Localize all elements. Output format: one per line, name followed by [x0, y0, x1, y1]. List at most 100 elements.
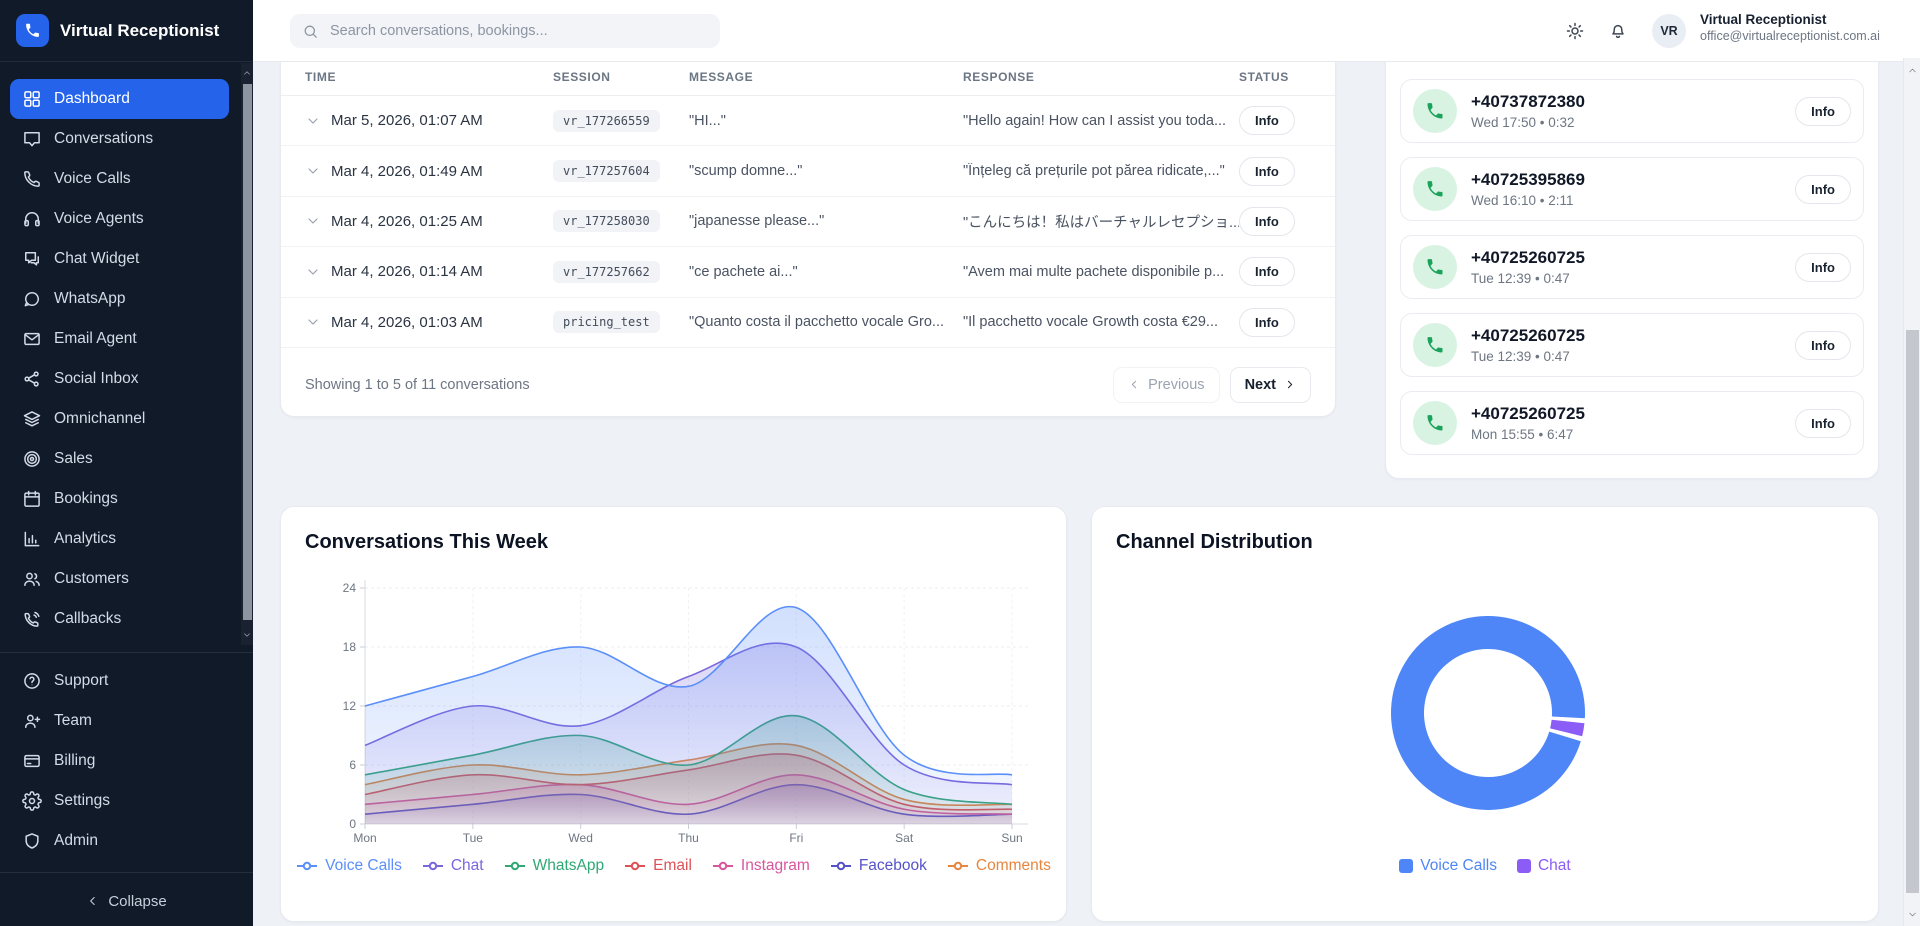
info-button[interactable]: Info	[1795, 331, 1851, 360]
sidebar-item-admin[interactable]: Admin	[10, 821, 229, 861]
conversation-response: "Înțeleg că prețurile pot părea ridicate…	[963, 163, 1239, 179]
legend-item-whatsapp[interactable]: WhatsApp	[504, 857, 605, 875]
call-item--40737872380: +40737872380 Wed 17:50 • 0:32 Info	[1400, 79, 1864, 143]
svg-text:Sun: Sun	[1001, 831, 1022, 845]
expand-row-chevron-icon[interactable]	[305, 213, 321, 229]
settings-icon	[22, 791, 42, 811]
legend-label: Email	[653, 857, 692, 875]
info-button[interactable]: Info	[1239, 207, 1295, 236]
chevron-up-icon[interactable]	[241, 66, 253, 80]
sidebar-item-chat-widget[interactable]: Chat Widget	[10, 239, 229, 279]
info-button[interactable]: Info	[1795, 253, 1851, 282]
app-title: Virtual Receptionist	[60, 21, 219, 41]
legend-label: Voice Calls	[1420, 857, 1497, 875]
call-item--40725260725: +40725260725 Tue 12:39 • 0:47 Info	[1400, 313, 1864, 377]
chevron-down-icon[interactable]	[241, 628, 253, 642]
phone-call-icon	[1413, 89, 1457, 133]
sidebar-item-sales[interactable]: Sales	[10, 439, 229, 479]
user-name: Virtual Receptionist	[1700, 12, 1880, 27]
legend-item-chat[interactable]: Chat	[1517, 857, 1571, 875]
legend-item-voice-calls[interactable]: Voice Calls	[296, 857, 402, 875]
top-header: VR Virtual Receptionist office@virtualre…	[253, 0, 1920, 62]
dashboard-icon	[22, 89, 42, 109]
sidebar-item-bookings[interactable]: Bookings	[10, 479, 229, 519]
search-input[interactable]	[328, 22, 708, 40]
sidebar-item-dashboard[interactable]: Dashboard	[10, 79, 229, 119]
expand-row-chevron-icon[interactable]	[305, 163, 321, 179]
sidebar-item-label: Customers	[54, 570, 129, 588]
sidebar-item-settings[interactable]: Settings	[10, 781, 229, 821]
avatar[interactable]: VR	[1652, 14, 1686, 48]
bookings-icon	[22, 489, 42, 509]
legend-item-facebook[interactable]: Facebook	[830, 857, 927, 875]
expand-row-chevron-icon[interactable]	[305, 113, 321, 129]
billing-icon	[22, 751, 42, 771]
legend-item-instagram[interactable]: Instagram	[712, 857, 810, 875]
previous-page-button[interactable]: Previous	[1113, 367, 1219, 403]
info-button[interactable]: Info	[1795, 97, 1851, 126]
chevron-down-icon[interactable]	[1904, 906, 1920, 922]
user-email: office@virtualreceptionist.com.ai	[1700, 29, 1880, 43]
sidebar-item-social-inbox[interactable]: Social Inbox	[10, 359, 229, 399]
conversations-week-card: Conversations This Week 06121824MonTueWe…	[280, 506, 1067, 922]
info-button[interactable]: Info	[1239, 157, 1295, 186]
sidebar-item-customers[interactable]: Customers	[10, 559, 229, 599]
legend-item-email[interactable]: Email	[624, 857, 692, 875]
session-id-chip: vr_177257604	[553, 160, 660, 182]
chevron-left-icon	[1128, 378, 1141, 391]
sidebar-item-voice-agents[interactable]: Voice Agents	[10, 199, 229, 239]
sidebar-item-conversations[interactable]: Conversations	[10, 119, 229, 159]
next-page-button[interactable]: Next	[1230, 367, 1311, 403]
expand-row-chevron-icon[interactable]	[305, 314, 321, 330]
call-meta: Tue 12:39 • 0:47	[1471, 349, 1585, 364]
phone-call-icon	[1413, 323, 1457, 367]
sidebar-item-email-agent[interactable]: Email Agent	[10, 319, 229, 359]
admin-icon	[22, 831, 42, 851]
sidebar-item-analytics[interactable]: Analytics	[10, 519, 229, 559]
sidebar-item-team[interactable]: Team	[10, 701, 229, 741]
call-item--40725260725: +40725260725 Tue 12:39 • 0:47 Info	[1400, 235, 1864, 299]
session-id-chip: pricing_test	[553, 311, 660, 333]
info-button[interactable]: Info	[1239, 257, 1295, 286]
sidebar-item-label: Voice Calls	[54, 170, 131, 188]
collapse-sidebar-button[interactable]: Collapse	[0, 880, 253, 922]
sidebar-scrollbar-thumb[interactable]	[243, 84, 252, 620]
line-point-marker-icon	[296, 860, 318, 872]
app-logo[interactable]: Virtual Receptionist	[0, 0, 253, 62]
notifications-button[interactable]	[1604, 17, 1632, 45]
recent-calls-panel: +40737872380 Wed 17:50 • 0:32 Info +4072…	[1385, 58, 1879, 479]
legend-item-comments[interactable]: Comments	[947, 857, 1051, 875]
call-number: +40725260725	[1471, 404, 1585, 424]
chart-title: Channel Distribution	[1116, 531, 1313, 554]
sidebar-item-whatsapp[interactable]: WhatsApp	[10, 279, 229, 319]
sidebar-divider	[0, 652, 253, 653]
theme-toggle-button[interactable]	[1561, 17, 1589, 45]
sun-icon	[1565, 21, 1585, 41]
sidebar-item-voice-calls[interactable]: Voice Calls	[10, 159, 229, 199]
info-button[interactable]: Info	[1239, 308, 1295, 337]
line-point-marker-icon	[504, 860, 526, 872]
analytics-icon	[22, 529, 42, 549]
sidebar-scrollbar[interactable]	[241, 63, 253, 645]
expand-row-chevron-icon[interactable]	[305, 264, 321, 280]
sidebar-item-omnichannel[interactable]: Omnichannel	[10, 399, 229, 439]
legend-item-chat[interactable]: Chat	[422, 857, 484, 875]
voice-agents-icon	[22, 209, 42, 229]
sidebar-item-callbacks[interactable]: Callbacks	[10, 599, 229, 639]
sidebar-item-support[interactable]: Support	[10, 661, 229, 701]
legend-item-voice-calls[interactable]: Voice Calls	[1399, 857, 1497, 875]
legend-label: Facebook	[859, 857, 927, 875]
page-scrollbar[interactable]	[1903, 58, 1920, 926]
legend-label: Comments	[976, 857, 1051, 875]
sidebar-item-billing[interactable]: Billing	[10, 741, 229, 781]
info-button[interactable]: Info	[1239, 106, 1295, 135]
info-button[interactable]: Info	[1795, 409, 1851, 438]
page-scrollbar-thumb[interactable]	[1906, 330, 1919, 893]
sidebar-item-label: Conversations	[54, 130, 153, 148]
conversation-time: Mar 4, 2026, 01:49 AM	[331, 163, 483, 180]
conversation-response: "Avem mai multe pachete disponibile p...	[963, 264, 1239, 280]
info-button[interactable]: Info	[1795, 175, 1851, 204]
svg-text:12: 12	[343, 699, 357, 713]
chevron-up-icon[interactable]	[1904, 62, 1920, 78]
pagination-summary: Showing 1 to 5 of 11 conversations	[305, 377, 530, 393]
